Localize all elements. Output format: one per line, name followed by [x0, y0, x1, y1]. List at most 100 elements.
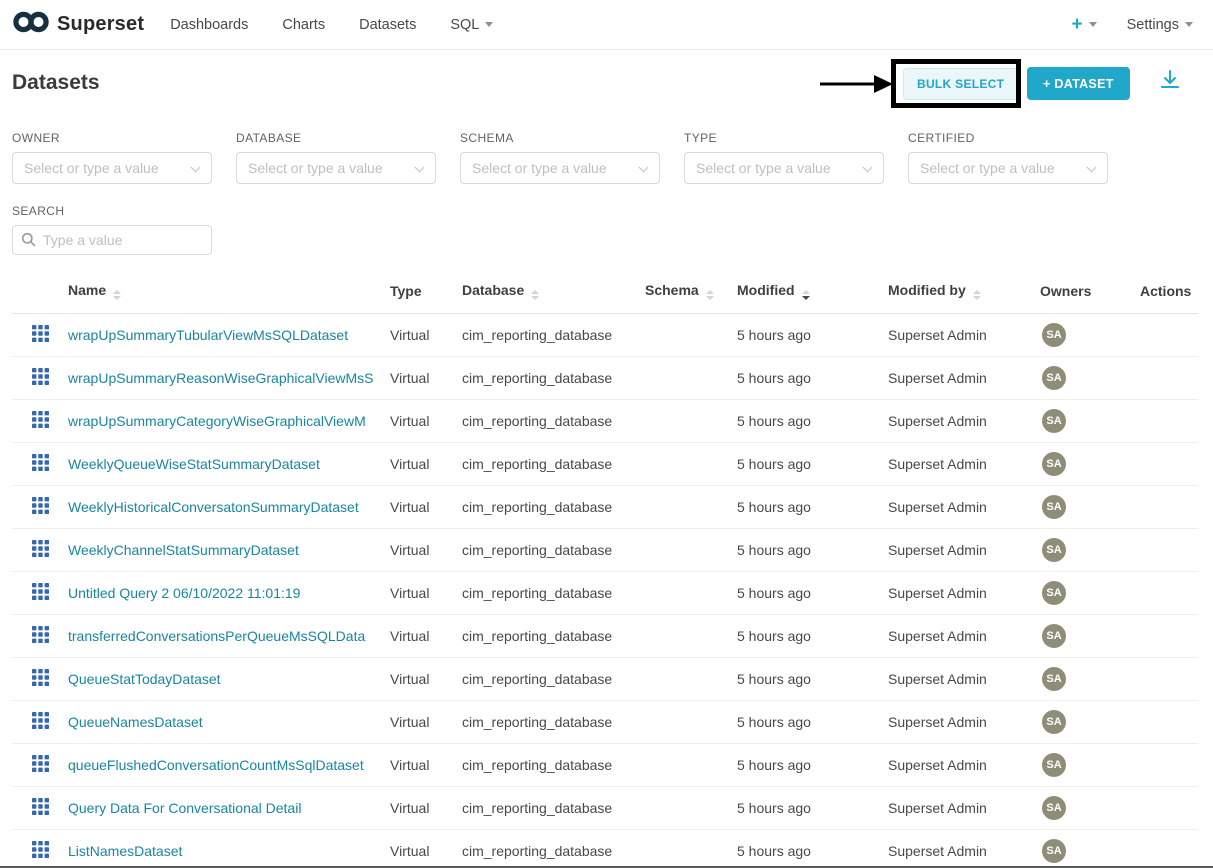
dataset-database: cim_reporting_database — [462, 571, 645, 614]
owner-avatar[interactable]: SA — [1042, 366, 1066, 390]
table-row: queueFlushedConversationCountMsSqlDatase… — [12, 743, 1198, 786]
navbar-right: + Settings — [1071, 15, 1193, 34]
superset-brand[interactable]: Superset — [12, 10, 144, 39]
dataset-grid-icon — [32, 501, 49, 517]
dataset-name-link[interactable]: Query Data For Conversational Detail — [68, 800, 301, 816]
dataset-schema — [645, 485, 737, 528]
dataset-name-link[interactable]: QueueNamesDataset — [68, 714, 203, 730]
owner-avatar[interactable]: SA — [1042, 452, 1066, 476]
settings-menu-button[interactable]: Settings — [1127, 17, 1193, 33]
nav-datasets[interactable]: Datasets — [359, 17, 416, 33]
col-header-name[interactable]: Name — [68, 269, 390, 313]
table-row: wrapUpSummaryReasonWiseGraphicalViewMsS … — [12, 356, 1198, 399]
dataset-modified-by: Superset Admin — [888, 485, 1040, 528]
dataset-modified: 5 hours ago — [737, 829, 888, 868]
dataset-database: cim_reporting_database — [462, 743, 645, 786]
dataset-database: cim_reporting_database — [462, 399, 645, 442]
add-dataset-button[interactable]: + DATASET — [1027, 67, 1130, 100]
dataset-name-link[interactable]: WeeklyQueueWiseStatSummaryDataset — [68, 456, 320, 472]
certified-select[interactable]: Select or type a value — [908, 152, 1108, 184]
select-placeholder: Select or type a value — [472, 160, 607, 176]
dataset-modified: 5 hours ago — [737, 399, 888, 442]
select-placeholder: Select or type a value — [248, 160, 383, 176]
chevron-down-icon — [1087, 163, 1097, 173]
dataset-modified-by: Superset Admin — [888, 829, 1040, 868]
filter-label: DATABASE — [236, 131, 436, 145]
col-header-schema[interactable]: Schema — [645, 269, 737, 313]
dataset-name-link[interactable]: transferredConversationsPerQueueMsSQLDat… — [68, 628, 365, 644]
chevron-down-icon — [191, 163, 201, 173]
table-row: wrapUpSummaryCategoryWiseGraphicalViewM … — [12, 399, 1198, 442]
dataset-name-link[interactable]: wrapUpSummaryTubularViewMsSQLDataset — [68, 327, 348, 343]
dataset-actions-cell — [1140, 743, 1198, 786]
dataset-schema — [645, 614, 737, 657]
dataset-name-link[interactable]: wrapUpSummaryReasonWiseGraphicalViewMsS — [68, 370, 374, 386]
export-download-icon[interactable] — [1158, 68, 1182, 97]
dataset-modified: 5 hours ago — [737, 743, 888, 786]
nav-dashboards[interactable]: Dashboards — [170, 17, 248, 33]
schema-select[interactable]: Select or type a value — [460, 152, 660, 184]
dataset-modified: 5 hours ago — [737, 614, 888, 657]
owner-avatar[interactable]: SA — [1042, 495, 1066, 519]
owner-avatar[interactable]: SA — [1042, 667, 1066, 691]
dataset-type: Virtual — [390, 743, 462, 786]
owner-avatar[interactable]: SA — [1042, 624, 1066, 648]
col-label: Actions — [1140, 283, 1191, 299]
dataset-grid-icon — [32, 458, 49, 474]
dataset-name-link[interactable]: wrapUpSummaryCategoryWiseGraphicalViewM — [68, 413, 366, 429]
dataset-schema — [645, 743, 737, 786]
filter-label: TYPE — [684, 131, 884, 145]
owner-avatar[interactable]: SA — [1042, 323, 1066, 347]
dataset-modified: 5 hours ago — [737, 356, 888, 399]
dataset-name-link[interactable]: Untitled Query 2 06/10/2022 11:01:19 — [68, 585, 300, 601]
col-header-type: Type — [390, 269, 462, 313]
new-item-menu-button[interactable]: + — [1071, 15, 1096, 34]
filter-type: TYPE Select or type a value — [684, 131, 884, 184]
owner-avatar[interactable]: SA — [1042, 796, 1066, 820]
nav-sql[interactable]: SQL — [450, 17, 493, 33]
dataset-name-link[interactable]: QueueStatTodayDataset — [68, 671, 221, 687]
col-header-modified-by[interactable]: Modified by — [888, 269, 1040, 313]
chevron-down-icon — [639, 163, 649, 173]
dataset-modified-by: Superset Admin — [888, 743, 1040, 786]
owner-select[interactable]: Select or type a value — [12, 152, 212, 184]
sort-icon — [113, 290, 121, 300]
select-placeholder: Select or type a value — [696, 160, 831, 176]
table-row: WeeklyChannelStatSummaryDataset Virtual … — [12, 528, 1198, 571]
dataset-name-link[interactable]: queueFlushedConversationCountMsSqlDatase… — [68, 757, 364, 773]
dataset-schema — [645, 442, 737, 485]
col-header-database[interactable]: Database — [462, 269, 645, 313]
dataset-schema — [645, 313, 737, 356]
dataset-modified: 5 hours ago — [737, 786, 888, 829]
brand-name: Superset — [57, 13, 144, 36]
filter-certified: CERTIFIED Select or type a value — [908, 131, 1108, 184]
dataset-database: cim_reporting_database — [462, 829, 645, 868]
database-select[interactable]: Select or type a value — [236, 152, 436, 184]
dataset-type: Virtual — [390, 786, 462, 829]
dataset-grid-icon — [32, 673, 49, 689]
dataset-name-link[interactable]: WeeklyHistoricalConversatonSummaryDatase… — [68, 499, 359, 515]
owner-avatar[interactable]: SA — [1042, 839, 1066, 863]
owner-avatar[interactable]: SA — [1042, 753, 1066, 777]
top-navbar: Superset Dashboards Charts Datasets SQL … — [0, 0, 1213, 50]
type-select[interactable]: Select or type a value — [684, 152, 884, 184]
dataset-name-link[interactable]: ListNamesDataset — [68, 843, 182, 859]
search-input[interactable] — [12, 225, 212, 255]
dataset-type: Virtual — [390, 442, 462, 485]
dataset-modified-by: Superset Admin — [888, 356, 1040, 399]
dataset-grid-icon — [32, 716, 49, 732]
bulk-select-button[interactable]: BULK SELECT — [903, 68, 1018, 100]
table-row: Untitled Query 2 06/10/2022 11:01:19 Vir… — [12, 571, 1198, 614]
owner-avatar[interactable]: SA — [1042, 409, 1066, 433]
owner-avatar[interactable]: SA — [1042, 710, 1066, 734]
owner-avatar[interactable]: SA — [1042, 581, 1066, 605]
col-header-modified[interactable]: Modified — [737, 269, 888, 313]
dataset-modified: 5 hours ago — [737, 485, 888, 528]
owner-avatar[interactable]: SA — [1042, 538, 1066, 562]
superset-datasets-page: { "navbar": { "brand": "Superset", "item… — [0, 0, 1213, 868]
chevron-down-icon — [485, 22, 493, 27]
dataset-modified: 5 hours ago — [737, 700, 888, 743]
nav-charts[interactable]: Charts — [282, 17, 325, 33]
dataset-name-link[interactable]: WeeklyChannelStatSummaryDataset — [68, 542, 299, 558]
col-label: Name — [68, 282, 106, 298]
